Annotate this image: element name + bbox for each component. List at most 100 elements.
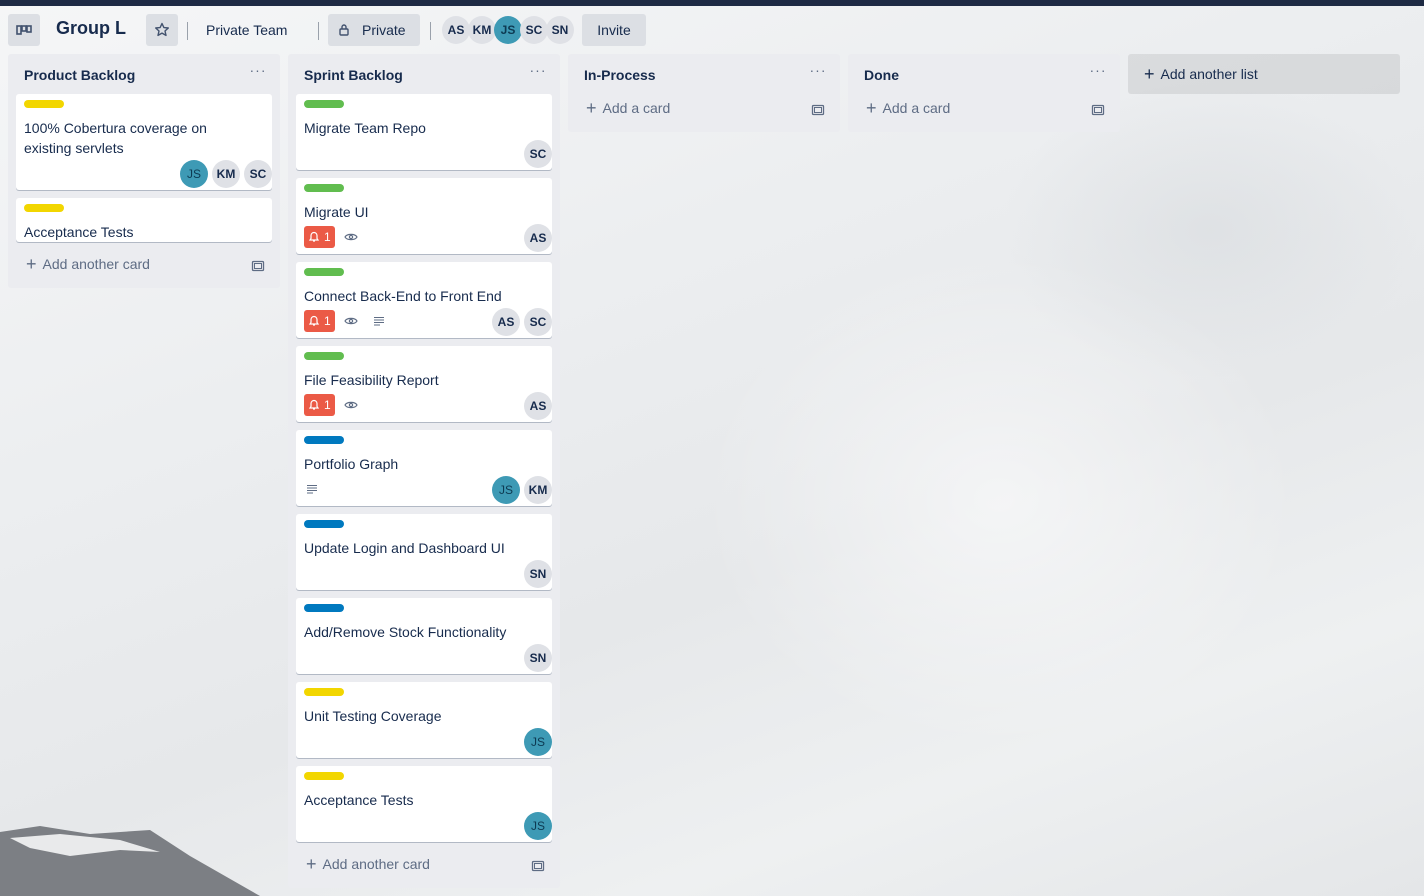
member-avatar[interactable]: SC xyxy=(244,160,272,188)
member-avatar[interactable]: KM xyxy=(212,160,240,188)
card-title: 100% Cobertura coverage on existing serv… xyxy=(24,120,207,156)
eye-icon xyxy=(343,229,359,245)
list-footer: + Add a card xyxy=(848,94,1120,132)
list-title[interactable]: Product Backlog xyxy=(24,67,135,83)
card-label xyxy=(24,100,64,108)
card-template-icon[interactable] xyxy=(810,102,826,118)
member-avatar[interactable]: AS xyxy=(442,16,470,44)
member-avatar[interactable]: SN xyxy=(546,16,574,44)
member-avatar[interactable]: JS xyxy=(524,812,552,840)
add-card-button[interactable]: + Add a card xyxy=(866,98,950,118)
member-avatar[interactable]: JS xyxy=(180,160,208,188)
member-avatar[interactable]: JS xyxy=(492,476,520,504)
card-label xyxy=(24,204,64,212)
visibility-button[interactable]: Private xyxy=(328,14,420,46)
member-avatar[interactable]: SC xyxy=(524,140,552,168)
visibility-label: Private xyxy=(362,22,406,38)
list-sprint-backlog: Sprint Backlog ··· Migrate Team Repo SC … xyxy=(288,54,560,888)
add-card-label: Add another card xyxy=(42,256,150,272)
due-badge[interactable]: 1 xyxy=(304,310,335,332)
card-members: SN xyxy=(524,644,552,672)
member-avatar[interactable]: AS xyxy=(524,392,552,420)
card[interactable]: Migrate Team Repo SC xyxy=(296,94,552,170)
list-product-backlog: Product Backlog ··· 100% Cobertura cover… xyxy=(8,54,280,288)
card[interactable]: Acceptance Tests xyxy=(16,198,272,242)
card-label xyxy=(304,352,344,360)
card-members: JS xyxy=(524,728,552,756)
member-avatar[interactable]: KM xyxy=(524,476,552,504)
card[interactable]: Acceptance Tests JS xyxy=(296,766,552,842)
member-avatar[interactable]: SC xyxy=(524,308,552,336)
star-button[interactable] xyxy=(146,14,178,46)
card-label xyxy=(304,436,344,444)
member-avatar[interactable]: AS xyxy=(524,224,552,252)
card-template-icon[interactable] xyxy=(1090,102,1106,118)
card[interactable]: Portfolio Graph JS KM xyxy=(296,430,552,506)
list-title[interactable]: Done xyxy=(864,67,899,83)
card[interactable]: Update Login and Dashboard UI SN xyxy=(296,514,552,590)
list-done: Done ··· + Add a card xyxy=(848,54,1120,132)
card-label xyxy=(304,772,344,780)
board-members: AS KM JS SC SN xyxy=(442,16,574,44)
plus-icon: + xyxy=(306,854,317,874)
member-avatar[interactable]: KM xyxy=(468,16,496,44)
star-icon xyxy=(155,22,169,37)
member-avatar[interactable]: AS xyxy=(492,308,520,336)
card-members: AS xyxy=(524,224,552,252)
team-button[interactable]: Private Team xyxy=(198,14,295,46)
board-title[interactable]: Group L xyxy=(56,18,126,39)
card-badges: 1 xyxy=(304,390,544,420)
add-card-button[interactable]: + Add a card xyxy=(586,98,671,118)
card-members: AS SC xyxy=(492,308,552,336)
plus-icon: + xyxy=(866,98,877,118)
card[interactable]: Connect Back-End to Front End 1 AS SC xyxy=(296,262,552,338)
list-menu-button[interactable]: ··· xyxy=(806,62,830,82)
due-badge[interactable]: 1 xyxy=(304,394,335,416)
card-template-icon[interactable] xyxy=(530,858,546,874)
due-badge[interactable]: 1 xyxy=(304,226,335,248)
list-title[interactable]: Sprint Backlog xyxy=(304,67,403,83)
plus-icon: + xyxy=(586,98,597,118)
card-label xyxy=(304,688,344,696)
due-count: 1 xyxy=(324,398,331,412)
member-avatar[interactable]: JS xyxy=(494,16,522,44)
add-card-button[interactable]: + Add another card xyxy=(306,854,430,874)
card-label xyxy=(304,604,344,612)
card-label xyxy=(304,520,344,528)
member-avatar[interactable]: JS xyxy=(524,728,552,756)
list-header: Product Backlog ··· xyxy=(8,54,280,94)
list-menu-button[interactable]: ··· xyxy=(246,62,270,82)
member-avatar[interactable]: SC xyxy=(520,16,548,44)
card[interactable]: 100% Cobertura coverage on existing serv… xyxy=(16,94,272,190)
add-card-label: Add a card xyxy=(602,100,671,116)
card[interactable]: Migrate UI 1 AS xyxy=(296,178,552,254)
list-footer: + Add another card xyxy=(288,850,560,888)
add-card-button[interactable]: + Add another card xyxy=(26,255,150,273)
add-list-label: Add another list xyxy=(1160,66,1258,82)
plus-icon: + xyxy=(1144,64,1155,84)
add-card-label: Add another card xyxy=(322,856,430,872)
due-count: 1 xyxy=(324,314,331,328)
card[interactable]: File Feasibility Report 1 AS xyxy=(296,346,552,422)
member-avatar[interactable]: SN xyxy=(524,644,552,672)
header-divider xyxy=(430,22,431,40)
card-title: Portfolio Graph xyxy=(304,456,399,472)
header-divider xyxy=(318,22,319,40)
list-menu-button[interactable]: ··· xyxy=(526,62,550,82)
list-menu-button[interactable]: ··· xyxy=(1086,62,1110,82)
card-members: JS xyxy=(524,812,552,840)
card-label xyxy=(304,184,344,192)
add-list-button[interactable]: + Add another list xyxy=(1128,54,1400,94)
list-title[interactable]: In-Process xyxy=(584,67,656,83)
lock-icon xyxy=(339,24,349,36)
member-avatar[interactable]: SN xyxy=(524,560,552,588)
invite-button[interactable]: Invite xyxy=(582,14,646,46)
board-menu-button[interactable] xyxy=(8,14,40,46)
card[interactable]: Unit Testing Coverage JS xyxy=(296,682,552,758)
card-members: JS KM xyxy=(492,476,552,504)
card[interactable]: Add/Remove Stock Functionality SN xyxy=(296,598,552,674)
card-template-icon[interactable] xyxy=(250,258,266,274)
list-in-process: In-Process ··· + Add a card xyxy=(568,54,840,132)
header-divider xyxy=(187,22,188,40)
description-icon xyxy=(371,313,387,329)
